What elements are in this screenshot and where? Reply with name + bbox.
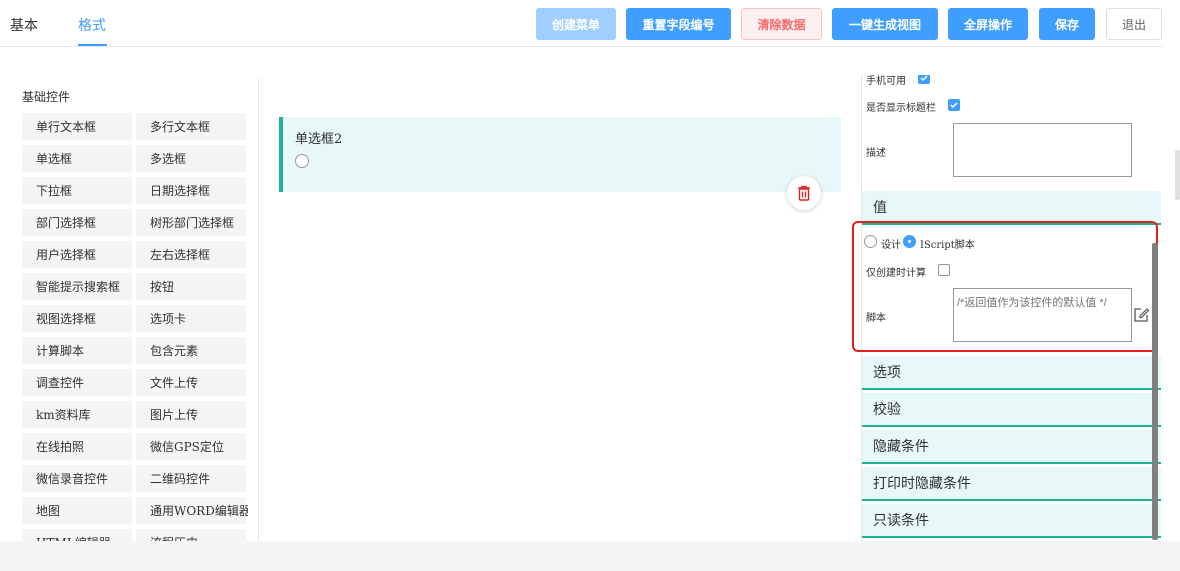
form-field-radio[interactable]: 单选框2	[279, 117, 841, 192]
palette-item-flow-history[interactable]: 流程历史	[136, 529, 246, 541]
delete-field-button[interactable]	[787, 176, 821, 210]
palette-item-km[interactable]: km资料库	[22, 401, 132, 428]
palette-item-left-right[interactable]: 左右选择框	[136, 241, 246, 268]
radio-iscript-label: IScript脚本	[920, 240, 975, 251]
section-value[interactable]: 值	[862, 191, 1161, 225]
desc-label: 描述	[866, 148, 886, 159]
desc-textarea[interactable]	[953, 123, 1132, 177]
page-scrollbar[interactable]	[1175, 150, 1180, 200]
palette-item-tree-dept[interactable]: 树形部门选择框	[136, 209, 246, 236]
palette-item-calc[interactable]: 计算脚本	[22, 337, 132, 364]
palette-item-qrcode[interactable]: 二维码控件	[136, 465, 246, 492]
generate-view-button[interactable]: 一键生成视图	[832, 8, 938, 40]
palette-item-multi-text[interactable]: 多行文本框	[136, 113, 246, 140]
top-bar: 基本 格式 创建菜单 重置字段编号 清除数据 一键生成视图 全屏操作 保存 退出	[0, 0, 1162, 47]
edit-icon[interactable]	[1132, 306, 1150, 324]
mobile-label: 手机可用	[866, 76, 906, 87]
palette-title: 基础控件	[22, 90, 71, 104]
palette-item-photo[interactable]: 在线拍照	[22, 433, 132, 460]
tab-active-indicator	[78, 44, 107, 46]
tab-format[interactable]: 格式	[78, 15, 106, 35]
palette-item-view[interactable]: 视图选择框	[22, 305, 132, 332]
palette-item-html[interactable]: HTML编辑器	[22, 529, 132, 541]
palette-item-single-text[interactable]: 单行文本框	[22, 113, 132, 140]
radio-iscript[interactable]	[903, 235, 916, 248]
only-create-checkbox[interactable]	[938, 264, 950, 276]
reset-field-numbers-button[interactable]: 重置字段编号	[626, 8, 731, 40]
palette-item-checkbox[interactable]: 多选框	[136, 145, 246, 172]
radio-design-label: 设计	[881, 240, 901, 251]
control-palette: 单行文本框 多行文本框 单选框 多选框 下拉框 日期选择框 部门选择框 树形部门…	[22, 113, 248, 541]
palette-grid: 单行文本框 多行文本框 单选框 多选框 下拉框 日期选择框 部门选择框 树形部门…	[22, 113, 248, 541]
show-title-checkbox[interactable]	[948, 99, 960, 111]
check-icon	[920, 75, 928, 82]
section-options[interactable]: 选项	[862, 356, 1161, 390]
palette-item-button[interactable]: 按钮	[136, 273, 246, 300]
script-textarea[interactable]	[953, 288, 1132, 342]
only-create-label: 仅创建时计算	[866, 268, 926, 279]
palette-item-dept[interactable]: 部门选择框	[22, 209, 132, 236]
panel-divider	[258, 78, 259, 541]
fullscreen-button[interactable]: 全屏操作	[948, 8, 1028, 40]
clear-data-button[interactable]: 清除数据	[741, 8, 822, 40]
check-icon	[950, 102, 958, 109]
palette-item-date[interactable]: 日期选择框	[136, 177, 246, 204]
palette-item-tabs[interactable]: 选项卡	[136, 305, 246, 332]
create-menu-button[interactable]: 创建菜单	[536, 8, 616, 40]
palette-item-user[interactable]: 用户选择框	[22, 241, 132, 268]
palette-item-select[interactable]: 下拉框	[22, 177, 132, 204]
properties-scrollbar[interactable]	[1152, 243, 1158, 540]
field-label: 单选框2	[295, 132, 343, 147]
palette-item-audio[interactable]: 微信录音控件	[22, 465, 132, 492]
radio-design[interactable]	[864, 235, 877, 248]
section-hide-condition[interactable]: 隐藏条件	[862, 430, 1161, 464]
trash-icon	[798, 185, 810, 201]
section-print-hide-condition[interactable]: 打印时隐藏条件	[862, 467, 1161, 501]
palette-item-gps[interactable]: 微信GPS定位	[136, 433, 246, 460]
palette-item-suggest[interactable]: 智能提示搜索框	[22, 273, 132, 300]
bottom-bar	[0, 541, 1180, 571]
mobile-checkbox[interactable]	[918, 75, 930, 84]
exit-button[interactable]: 退出	[1106, 8, 1162, 40]
tab-basic[interactable]: 基本	[10, 15, 38, 35]
palette-item-word[interactable]: 通用WORD编辑器	[136, 497, 248, 524]
section-readonly-condition[interactable]: 只读条件	[862, 504, 1161, 538]
palette-item-radio[interactable]: 单选框	[22, 145, 132, 172]
save-button[interactable]: 保存	[1039, 8, 1095, 40]
palette-item-image-upload[interactable]: 图片上传	[136, 401, 246, 428]
field-radio-option[interactable]	[295, 154, 309, 168]
script-label: 脚本	[866, 313, 886, 324]
palette-item-map[interactable]: 地图	[22, 497, 132, 524]
section-validation[interactable]: 校验	[862, 393, 1161, 427]
palette-item-upload[interactable]: 文件上传	[136, 369, 246, 396]
show-title-label: 是否显示标题栏	[866, 103, 936, 114]
palette-item-survey[interactable]: 调查控件	[22, 369, 132, 396]
palette-item-include[interactable]: 包含元素	[136, 337, 246, 364]
properties-panel: 手机可用 是否显示标题栏 描述 值 设计 IScript脚本 仅创建时计算 脚本…	[861, 75, 1161, 541]
